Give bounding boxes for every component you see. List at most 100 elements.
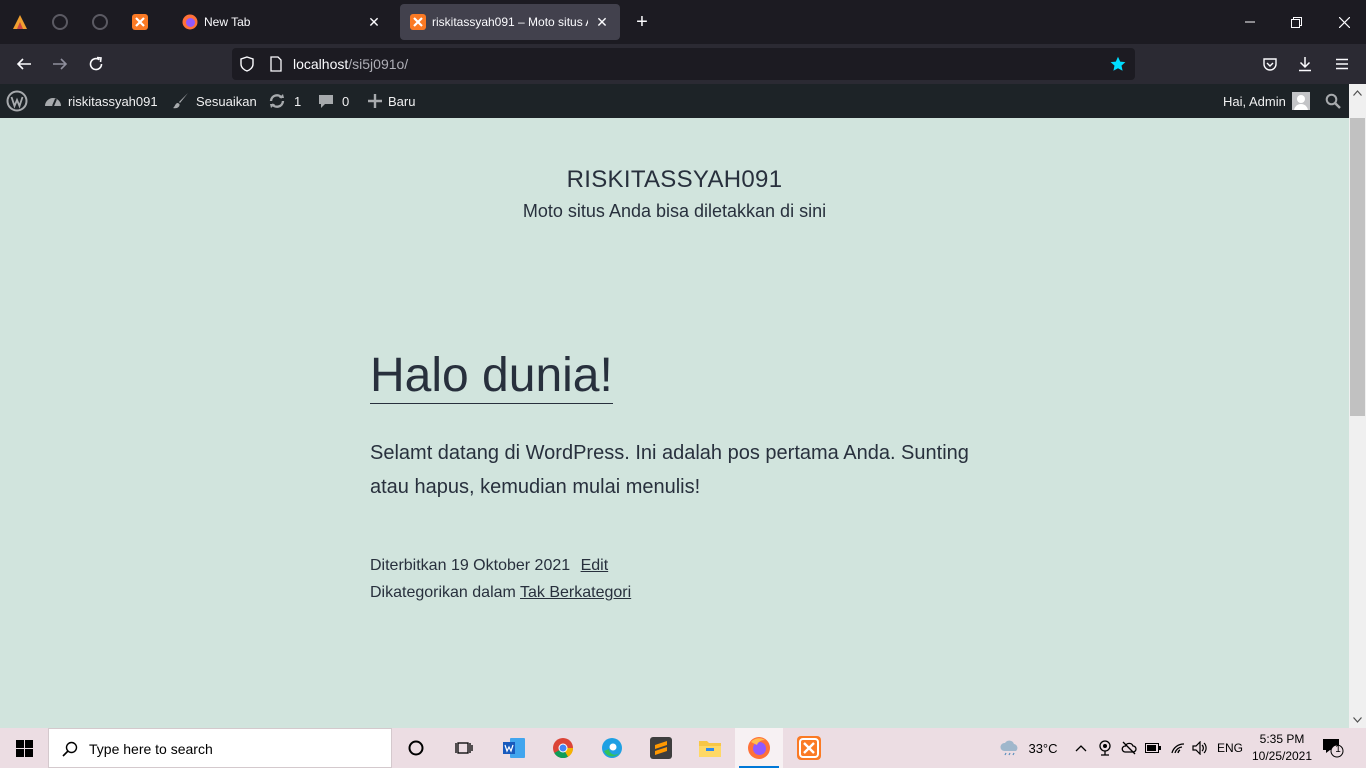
url-bar[interactable]: localhost/si5j091o/ xyxy=(232,48,1135,80)
github-icon xyxy=(92,14,108,30)
category-link[interactable]: Tak Berkategori xyxy=(520,584,631,601)
tray-meet-now[interactable] xyxy=(1095,728,1115,768)
taskbar-search-box[interactable]: Type here to search xyxy=(48,728,392,768)
reload-button[interactable] xyxy=(86,54,106,74)
close-icon xyxy=(1338,16,1350,28)
scroll-down-button[interactable] xyxy=(1349,711,1366,728)
taskbar-chrome[interactable] xyxy=(539,728,587,768)
search-icon xyxy=(1325,93,1341,109)
xampp-icon xyxy=(410,14,426,30)
xampp-icon xyxy=(132,14,148,30)
pinned-tab-github-2[interactable] xyxy=(89,11,111,33)
taskbar-file-explorer[interactable] xyxy=(686,728,734,768)
tab-new-tab[interactable]: New Tab ✕ xyxy=(172,4,392,40)
weather-temp[interactable]: 33°C xyxy=(1024,728,1062,768)
comments-link[interactable]: 0 xyxy=(318,84,349,118)
tray-overflow-button[interactable] xyxy=(1072,728,1090,768)
url-text[interactable]: localhost/si5j091o/ xyxy=(293,56,408,72)
updates-icon xyxy=(269,94,285,108)
new-content-label: Baru xyxy=(388,93,416,109)
tab-riskitassyah[interactable]: riskitassyah091 – Moto situs Anda ✕ xyxy=(400,4,620,40)
post-meta-category: Dikategorikan dalam Tak Berkategori xyxy=(370,584,631,602)
shield-icon[interactable] xyxy=(239,56,255,72)
site-name-link[interactable]: riskitassyah091 xyxy=(44,84,158,118)
admin-search-button[interactable] xyxy=(1325,84,1341,118)
cloud-rain-icon xyxy=(1000,740,1018,756)
taskbar-clock[interactable]: 5:35 PM 10/25/2021 xyxy=(1246,731,1318,765)
hamburger-menu-icon xyxy=(1336,58,1348,70)
start-button[interactable] xyxy=(0,728,48,768)
page-scrollbar[interactable] xyxy=(1349,84,1366,728)
wp-logo-button[interactable] xyxy=(6,84,28,118)
clock-time: 5:35 PM xyxy=(1259,732,1305,746)
task-view-button[interactable] xyxy=(440,728,488,768)
taskbar-word[interactable] xyxy=(490,728,538,768)
tray-wifi[interactable] xyxy=(1168,728,1188,768)
xampp-icon xyxy=(797,736,821,760)
download-icon xyxy=(1299,57,1311,72)
customize-link[interactable]: Sesuaikan xyxy=(172,84,257,118)
pinned-tab-xampp[interactable] xyxy=(129,11,151,33)
close-window-button[interactable] xyxy=(1334,12,1354,32)
firefox-icon xyxy=(182,14,198,30)
firefox-icon xyxy=(748,737,770,759)
minimize-button[interactable] xyxy=(1240,12,1260,32)
tray-battery[interactable] xyxy=(1143,728,1163,768)
updates-count: 1 xyxy=(294,93,302,109)
avatar xyxy=(1291,92,1310,110)
taskbar-xampp[interactable] xyxy=(785,728,833,768)
page-icon[interactable] xyxy=(268,56,284,72)
plus-icon xyxy=(368,94,382,108)
published-date: 19 Oktober 2021 xyxy=(450,557,571,574)
action-center-button[interactable]: 1 xyxy=(1318,728,1348,768)
tray-network-off[interactable] xyxy=(1119,728,1139,768)
post-title-link[interactable]: Halo dunia! xyxy=(370,349,613,404)
edge-icon xyxy=(602,738,622,758)
bookmark-star-icon[interactable] xyxy=(1110,56,1126,72)
scroll-thumb[interactable] xyxy=(1350,118,1365,416)
new-tab-button[interactable]: + xyxy=(632,12,652,32)
tray-volume[interactable] xyxy=(1190,728,1210,768)
back-button[interactable] xyxy=(14,54,34,74)
clock-date: 10/25/2021 xyxy=(1251,749,1313,763)
webcam-icon xyxy=(1099,740,1111,756)
taskbar-firefox[interactable] xyxy=(735,728,783,768)
edit-post-link[interactable]: Edit xyxy=(581,557,609,574)
updates-link[interactable]: 1 xyxy=(268,84,301,118)
category-prefix: Dikategorikan dalam xyxy=(370,584,516,601)
restore-button[interactable] xyxy=(1286,12,1306,32)
cortana-button[interactable] xyxy=(392,728,440,768)
input-language[interactable]: ENG xyxy=(1214,728,1246,768)
post-body: Selamt datang di WordPress. Ini adalah p… xyxy=(370,442,969,498)
menu-button[interactable] xyxy=(1332,54,1352,74)
pinned-tab-ext[interactable] xyxy=(9,11,31,33)
site-title[interactable]: RISKITASSYAH091 xyxy=(0,166,1349,194)
taskbar-edge[interactable] xyxy=(588,728,636,768)
close-tab-icon[interactable]: ✕ xyxy=(366,14,382,31)
close-tab-icon[interactable]: ✕ xyxy=(594,14,610,31)
pocket-button[interactable] xyxy=(1260,54,1280,74)
pocket-icon xyxy=(1263,58,1277,71)
chevron-up-icon xyxy=(1075,745,1087,752)
paintbrush-icon xyxy=(173,93,188,109)
comments-count: 0 xyxy=(342,93,350,109)
downloads-button[interactable] xyxy=(1295,54,1315,74)
chrome-icon xyxy=(553,738,574,759)
search-icon xyxy=(62,741,78,757)
scroll-up-button[interactable] xyxy=(1349,84,1366,101)
search-placeholder: Type here to search xyxy=(89,741,213,757)
chevron-up-icon xyxy=(1353,89,1362,96)
site-name-label: riskitassyah091 xyxy=(68,93,158,109)
taskbar-sublime[interactable] xyxy=(637,728,685,768)
folder-icon xyxy=(699,741,721,757)
new-content-link[interactable]: Baru xyxy=(368,84,415,118)
arrow-left-icon xyxy=(16,58,31,70)
flame-logo-icon xyxy=(13,15,27,29)
sublime-text-icon xyxy=(650,737,672,759)
pinned-tab-github-1[interactable] xyxy=(49,11,71,33)
reload-icon xyxy=(89,56,103,71)
weather-widget-icon[interactable] xyxy=(996,728,1024,768)
comment-icon xyxy=(319,95,333,108)
forward-button[interactable] xyxy=(50,54,70,74)
my-account-link[interactable]: Hai, Admin xyxy=(1223,84,1310,118)
